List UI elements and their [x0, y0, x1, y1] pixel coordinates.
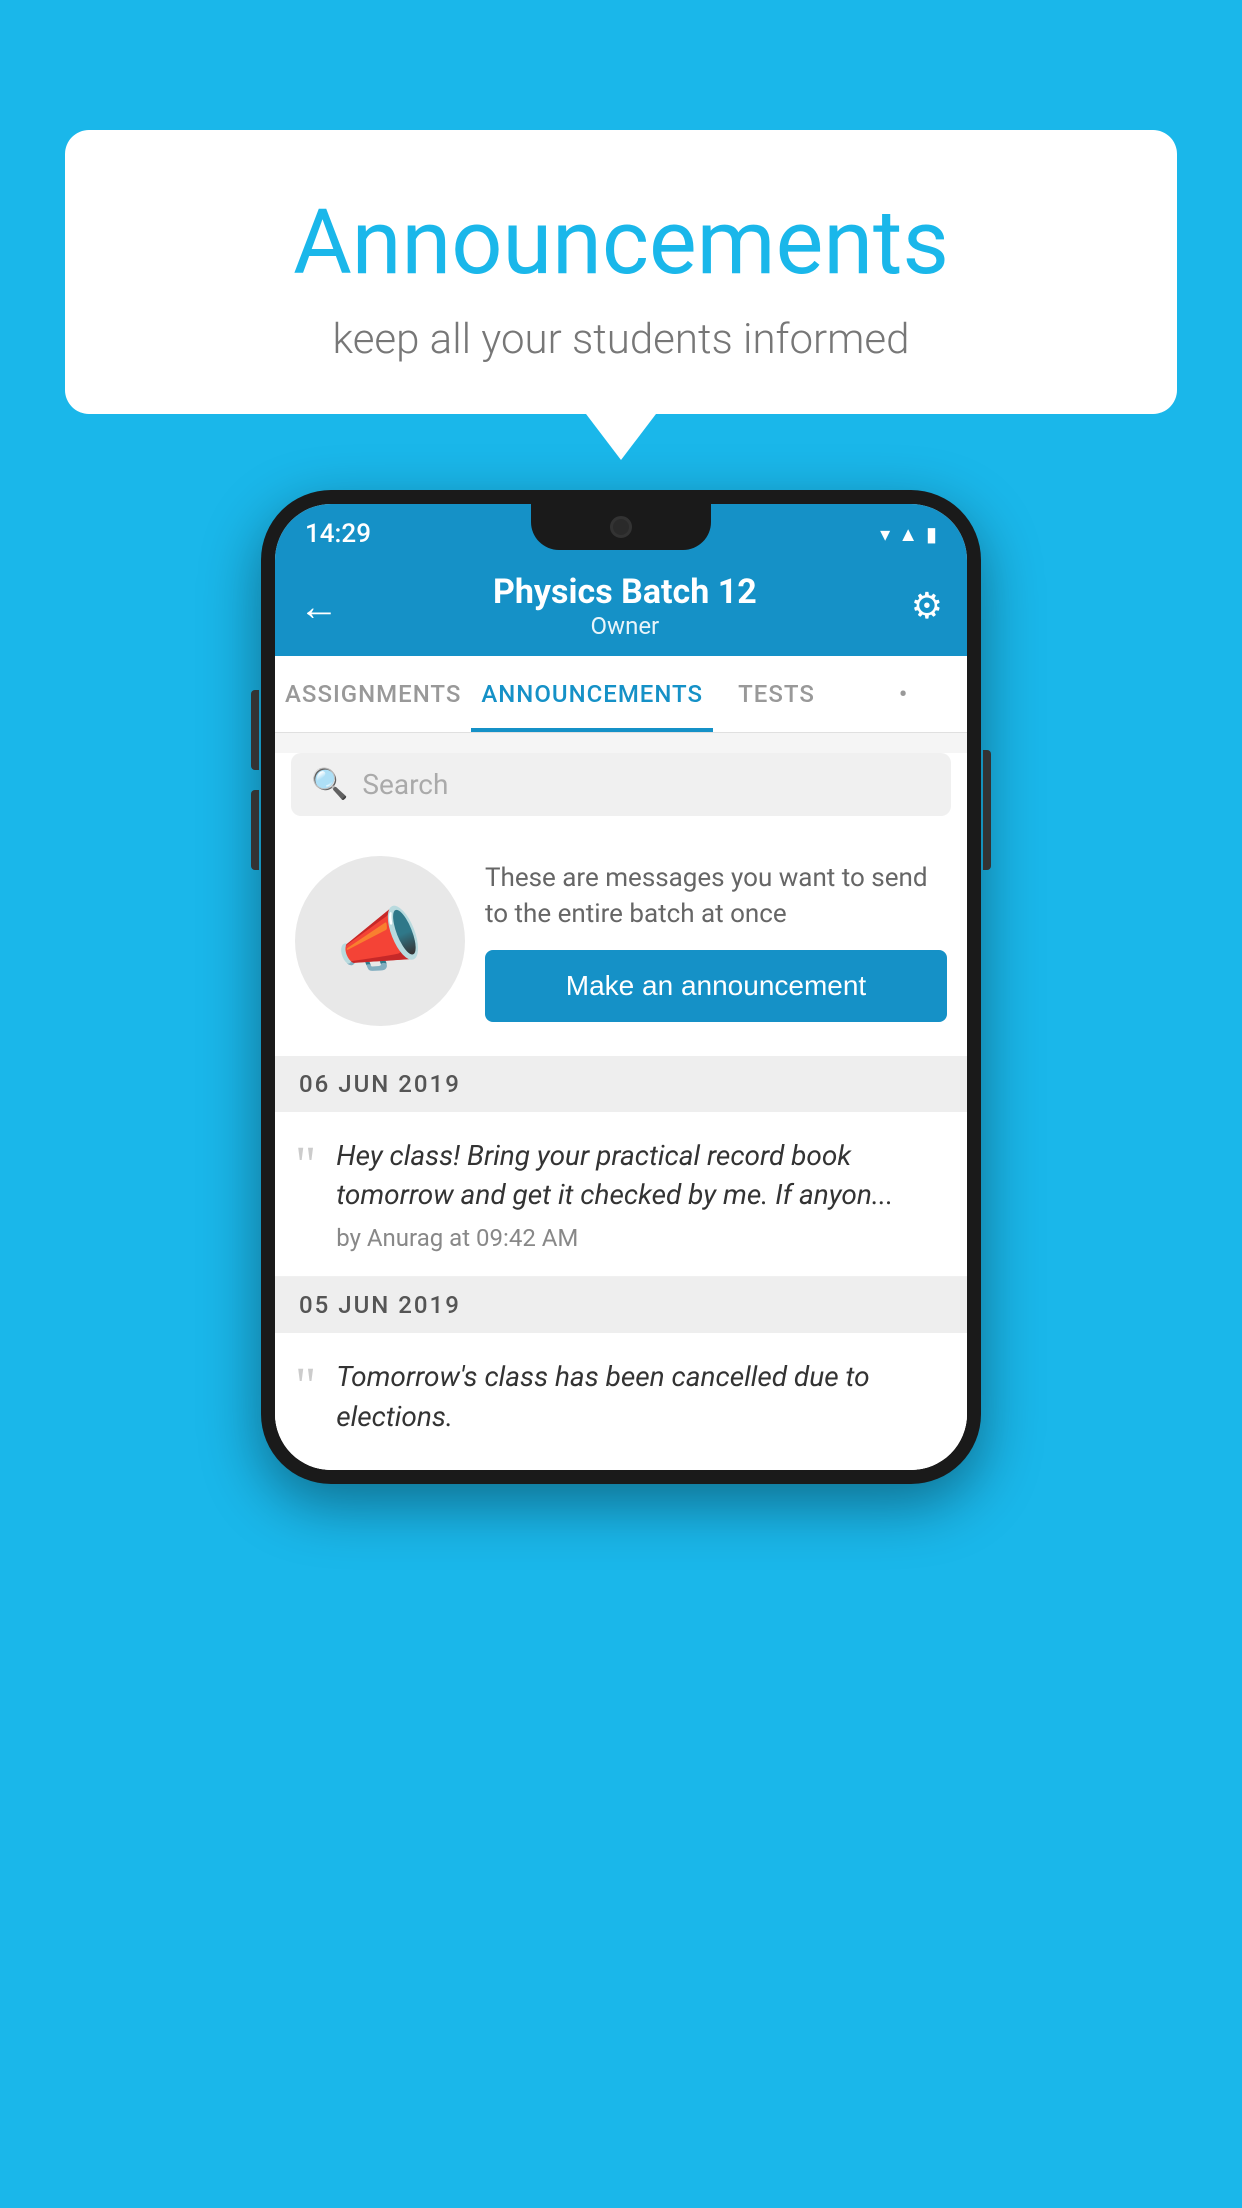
- megaphone-icon: 📣: [336, 900, 423, 982]
- promo-right: These are messages you want to send to t…: [485, 860, 947, 1023]
- quote-icon-2: ": [295, 1361, 316, 1413]
- announcement-content-1: Hey class! Bring your practical record b…: [336, 1136, 947, 1252]
- date-separator-1: 06 JUN 2019: [275, 1056, 967, 1112]
- battery-icon: ▮: [926, 522, 937, 546]
- quote-icon-1: ": [295, 1140, 316, 1192]
- speech-bubble-card: Announcements keep all your students inf…: [65, 130, 1177, 414]
- announcement-content-2: Tomorrow's class has been cancelled due …: [336, 1357, 947, 1445]
- signal-icon: ▲: [898, 522, 918, 547]
- phone-btn-power: [983, 750, 991, 870]
- phone-mockup: 14:29 ▾ ▲ ▮ ← Physics Batch 12 Owner ⚙: [261, 490, 981, 1484]
- search-icon: 🔍: [311, 767, 348, 802]
- promo-description: These are messages you want to send to t…: [485, 860, 947, 933]
- back-button[interactable]: ←: [299, 583, 339, 630]
- announcement-item-2[interactable]: " Tomorrow's class has been cancelled du…: [275, 1333, 967, 1469]
- app-bar-center: Physics Batch 12 Owner: [339, 572, 911, 640]
- phone-btn-volume-down: [251, 790, 259, 870]
- status-icons: ▾ ▲ ▮: [880, 522, 937, 547]
- bubble-title: Announcements: [145, 190, 1097, 295]
- tab-announcements[interactable]: ANNOUNCEMENTS: [471, 656, 713, 732]
- tab-tests[interactable]: TESTS: [713, 656, 840, 732]
- date-separator-2: 05 JUN 2019: [275, 1277, 967, 1333]
- settings-icon[interactable]: ⚙: [911, 585, 943, 627]
- tabs-container: ASSIGNMENTS ANNOUNCEMENTS TESTS •: [275, 656, 967, 733]
- speech-bubble-section: Announcements keep all your students inf…: [65, 130, 1177, 414]
- app-bar-title: Physics Batch 12: [339, 572, 911, 612]
- make-announcement-button[interactable]: Make an announcement: [485, 950, 947, 1022]
- announcement-item-1[interactable]: " Hey class! Bring your practical record…: [275, 1112, 967, 1277]
- app-bar-subtitle: Owner: [339, 612, 911, 640]
- app-bar: ← Physics Batch 12 Owner ⚙: [275, 556, 967, 656]
- status-time: 14:29: [305, 519, 371, 549]
- phone-notch: [531, 504, 711, 550]
- bubble-subtitle: keep all your students informed: [145, 315, 1097, 364]
- search-placeholder: Search: [362, 768, 448, 801]
- announcement-text-2: Tomorrow's class has been cancelled due …: [336, 1357, 947, 1435]
- tab-assignments[interactable]: ASSIGNMENTS: [275, 656, 471, 732]
- announcement-meta-1: by Anurag at 09:42 AM: [336, 1224, 947, 1252]
- phone-outer: 14:29 ▾ ▲ ▮ ← Physics Batch 12 Owner ⚙: [261, 490, 981, 1484]
- phone-btn-volume-up: [251, 690, 259, 770]
- search-bar[interactable]: 🔍 Search: [291, 753, 951, 816]
- promo-section: 📣 These are messages you want to send to…: [275, 836, 967, 1056]
- promo-icon-circle: 📣: [295, 856, 465, 1026]
- content-area: 🔍 Search 📣 These are messages you want t…: [275, 753, 967, 1470]
- phone-screen: 14:29 ▾ ▲ ▮ ← Physics Batch 12 Owner ⚙: [275, 504, 967, 1470]
- tab-more[interactable]: •: [840, 656, 967, 732]
- wifi-icon: ▾: [880, 522, 890, 546]
- phone-camera: [610, 516, 632, 538]
- announcement-text-1: Hey class! Bring your practical record b…: [336, 1136, 947, 1214]
